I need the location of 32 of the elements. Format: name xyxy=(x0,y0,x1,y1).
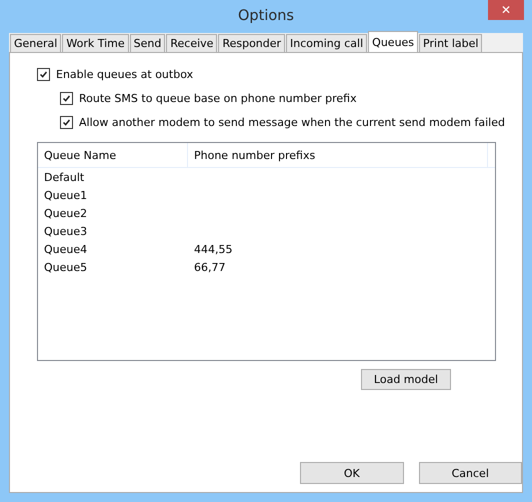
table-cell-text: Queue2 xyxy=(43,206,88,220)
check-icon xyxy=(38,69,49,80)
checkbox[interactable] xyxy=(60,116,73,129)
table-cell-text: 66,77 xyxy=(193,260,226,274)
column-header[interactable]: Queue Name xyxy=(38,143,188,167)
tab[interactable]: Print label xyxy=(419,34,482,52)
tab[interactable]: Incoming call xyxy=(286,34,368,52)
table-cell-text: Default xyxy=(43,170,86,184)
load-model-button[interactable]: Load model xyxy=(361,369,451,390)
tab[interactable]: Send xyxy=(130,34,166,52)
checkbox-label: Enable queues at outbox xyxy=(56,68,194,81)
checkbox[interactable] xyxy=(60,92,73,105)
check-icon xyxy=(61,117,72,128)
table-cell-text: Queue5 xyxy=(43,260,88,274)
checkbox-label: Route SMS to queue base on phone number prefix xyxy=(79,92,357,105)
tab[interactable]: General xyxy=(10,34,62,52)
table-cell-text: Queue1 xyxy=(43,188,88,202)
close-button[interactable]: ✕ xyxy=(488,0,524,20)
tab[interactable]: Queues xyxy=(368,31,418,52)
table-cell-text: 444,55 xyxy=(193,242,232,256)
tab[interactable]: Receive xyxy=(166,34,218,52)
window-title: Options xyxy=(238,8,294,26)
tab[interactable]: Responder xyxy=(218,34,286,52)
check-icon xyxy=(61,93,72,104)
table-cell-text: Queue3 xyxy=(43,224,88,238)
checkbox[interactable] xyxy=(37,68,50,81)
cancel-button[interactable]: Cancel xyxy=(418,462,522,484)
table-cell-text: Queue4 xyxy=(43,242,88,256)
column-header[interactable]: Phone number prefixs xyxy=(188,143,488,167)
checkbox-label: Allow another modem to send message when the current send modem failed xyxy=(79,116,505,129)
tab[interactable]: Work Time xyxy=(62,34,129,52)
ok-button[interactable]: OK xyxy=(300,462,404,484)
